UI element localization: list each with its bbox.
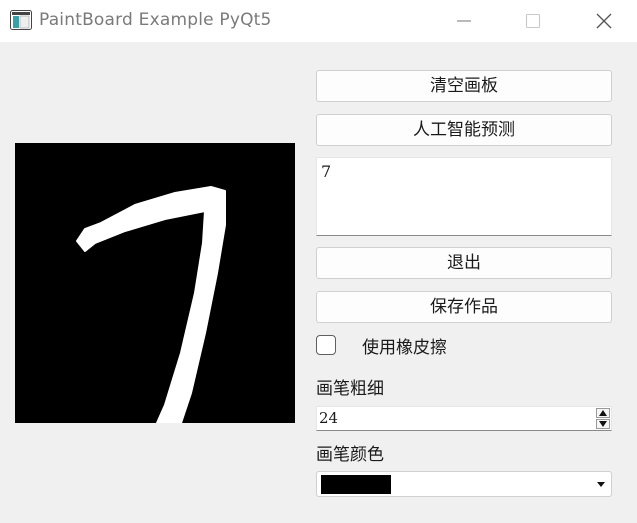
eraser-checkbox[interactable] xyxy=(316,335,336,355)
close-icon xyxy=(596,13,612,29)
pen-color-label: 画笔颜色 xyxy=(316,445,384,465)
maximize-button[interactable] xyxy=(510,0,556,42)
close-button[interactable] xyxy=(581,0,627,42)
maximize-icon xyxy=(525,13,541,29)
pen-width-label: 画笔粗细 xyxy=(316,379,384,399)
save-button[interactable]: 保存作品 xyxy=(316,291,612,323)
chevron-up-icon xyxy=(599,410,607,416)
color-swatch xyxy=(321,475,391,494)
app-icon xyxy=(10,10,32,30)
paint-canvas[interactable] xyxy=(15,143,295,424)
minimize-button[interactable] xyxy=(441,0,487,42)
prediction-output[interactable]: 7 xyxy=(316,157,612,236)
dropdown-arrow-icon xyxy=(597,482,605,487)
pen-width-value[interactable]: 24 xyxy=(319,409,338,427)
pen-width-spinbox[interactable]: 24 xyxy=(316,406,612,431)
window-title: PaintBoard Example PyQt5 xyxy=(39,10,272,30)
title-bar: PaintBoard Example PyQt5 xyxy=(0,0,637,42)
minimize-icon xyxy=(457,20,471,22)
handwritten-stroke xyxy=(76,186,226,424)
spin-up-button[interactable] xyxy=(596,408,610,418)
eraser-label[interactable]: 使用橡皮擦 xyxy=(362,333,447,358)
chevron-down-icon xyxy=(599,421,607,427)
predict-button[interactable]: 人工智能预测 xyxy=(316,114,612,146)
clear-button[interactable]: 清空画板 xyxy=(316,70,612,102)
pen-color-combobox[interactable] xyxy=(316,471,612,497)
spin-down-button[interactable] xyxy=(596,419,610,429)
prediction-value: 7 xyxy=(321,162,332,181)
exit-button[interactable]: 退出 xyxy=(316,247,612,279)
